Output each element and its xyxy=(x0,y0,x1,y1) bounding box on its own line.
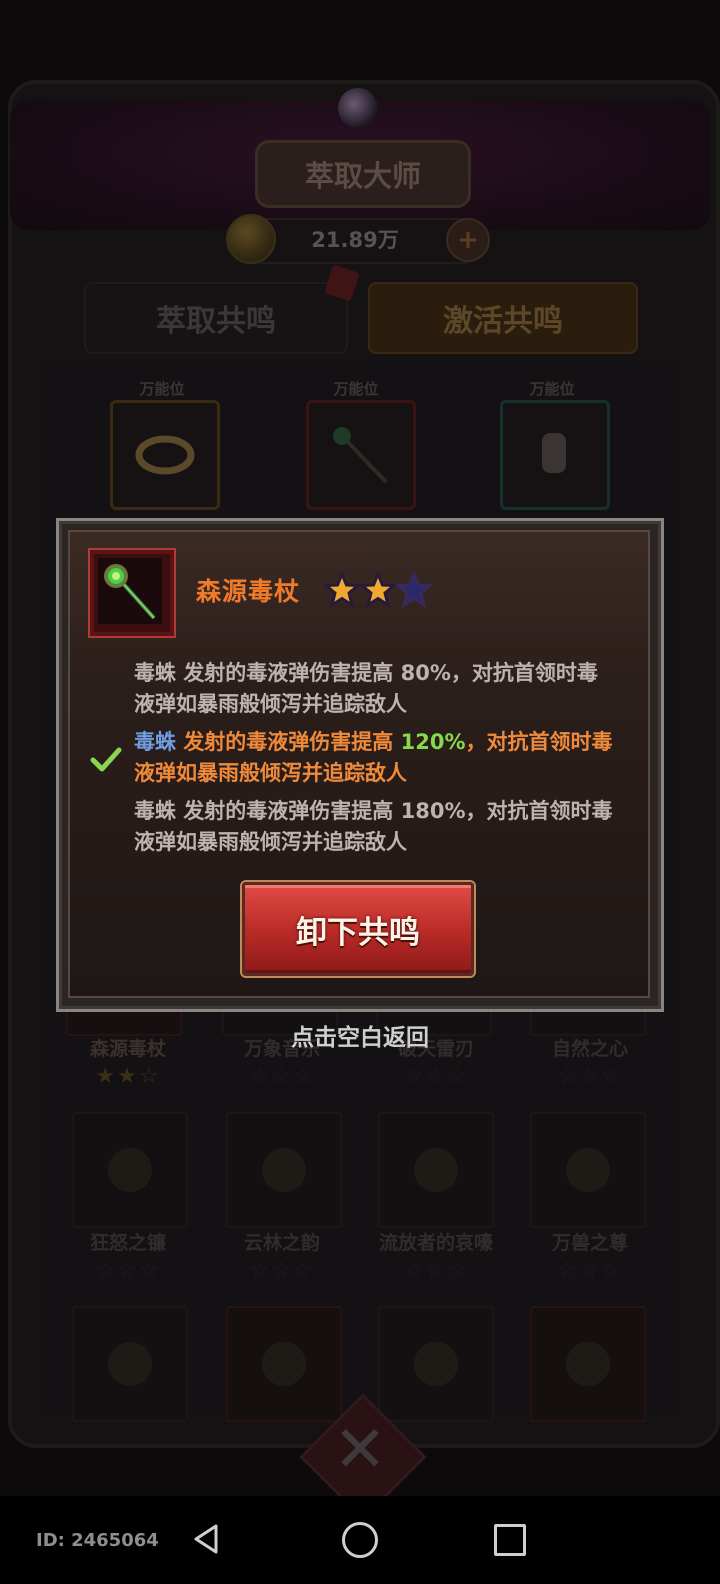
grid-item-name: 流放者的哀嚎 xyxy=(378,1232,493,1254)
rattle-icon xyxy=(262,1148,306,1192)
star-rating: ☆☆☆ xyxy=(249,1258,315,1283)
effect-value: 120% xyxy=(400,730,466,754)
item-icon xyxy=(108,1342,152,1386)
beast-staff-icon xyxy=(566,1148,610,1192)
effect-text: 发射的毒液弹伤害提高 xyxy=(183,730,401,754)
universal-slot-gauntlet[interactable] xyxy=(500,400,610,510)
recent-apps-icon[interactable] xyxy=(494,1524,526,1556)
effect-value: 80% xyxy=(400,661,451,685)
grid-card[interactable] xyxy=(226,1306,342,1422)
star-rating: ☆☆☆ xyxy=(95,1258,161,1283)
game-screen: 萃取大师 21.89万 + 萃取共鸣 激活共鸣 万能位 万能位 万能位 森源毒杖… xyxy=(0,0,720,1584)
gauntlet-icon xyxy=(542,433,566,473)
grid-card[interactable] xyxy=(226,1112,342,1228)
item-icon-frame xyxy=(98,558,162,624)
device-id: ID: 2465064 xyxy=(36,1530,159,1551)
tab-label: 萃取共鸣 xyxy=(156,304,276,339)
item-icon xyxy=(566,1342,610,1386)
resonance-level-2-active: 毒蛛 发射的毒液弹伤害提高 120%，对抗首领时毒液弹如暴雨般倾泻并追踪敌人 xyxy=(134,727,614,789)
tab-activate-resonance[interactable]: 激活共鸣 xyxy=(368,282,638,354)
grid-item-name: 自然之心 xyxy=(551,1038,628,1060)
unequip-resonance-button[interactable]: 卸下共鸣 xyxy=(242,882,474,976)
grid-card[interactable] xyxy=(378,1112,494,1228)
star-rating: ☆☆☆ xyxy=(557,1064,623,1089)
crossed-swords-icon: ✕ xyxy=(333,1413,387,1487)
grid-item-name: 狂怒之镰 xyxy=(89,1232,166,1254)
universal-slot-ring[interactable] xyxy=(110,400,220,510)
star-filled-icon xyxy=(324,572,360,608)
axe-icon xyxy=(108,1148,152,1192)
add-currency-button[interactable]: + xyxy=(446,218,490,262)
grid-card[interactable] xyxy=(72,1306,188,1422)
star-rating: ☆☆☆ xyxy=(403,1258,469,1283)
grid-item-name: 云林之韵 xyxy=(243,1232,320,1254)
poison-staff-icon xyxy=(104,564,156,620)
button-label: 卸下共鸣 xyxy=(296,914,420,951)
effect-value: 180% xyxy=(400,799,466,823)
ring-icon xyxy=(135,435,195,475)
effect-text: 发射的毒液弹伤害提高 xyxy=(183,799,401,823)
star-rating: ★★☆ xyxy=(95,1064,161,1089)
item-name: 森源毒杖 xyxy=(196,577,301,606)
check-icon xyxy=(90,747,122,772)
pet-name: 毒蛛 xyxy=(134,799,176,823)
item-icon xyxy=(414,1342,458,1386)
star-filled-icon xyxy=(360,572,396,608)
pet-name: 毒蛛 xyxy=(134,730,176,754)
star-rating: ☆☆☆ xyxy=(403,1064,469,1089)
grid-item-name: 森源毒杖 xyxy=(89,1038,166,1060)
grid-card[interactable] xyxy=(530,1112,646,1228)
grid-item-name: 万兽之尊 xyxy=(551,1232,628,1254)
universal-slot-staff[interactable] xyxy=(306,400,416,510)
bell-staff-icon xyxy=(414,1148,458,1192)
effect-text: 发射的毒液弹伤害提高 xyxy=(183,661,401,685)
back-icon[interactable] xyxy=(190,1522,224,1556)
page-title: 萃取大师 xyxy=(255,140,471,208)
grid-card[interactable] xyxy=(378,1306,494,1422)
grid-card[interactable] xyxy=(530,1306,646,1422)
star-empty-icon xyxy=(396,572,432,608)
home-icon[interactable] xyxy=(342,1522,378,1558)
item-icon xyxy=(262,1342,306,1386)
gold-coin-icon xyxy=(226,214,276,264)
grid-card[interactable] xyxy=(72,1112,188,1228)
resonance-level-3: 毒蛛 发射的毒液弹伤害提高 180%，对抗首领时毒液弹如暴雨般倾泻并追踪敌人 xyxy=(134,796,614,858)
slot-label: 万能位 xyxy=(529,380,575,398)
pet-name: 毒蛛 xyxy=(134,661,176,685)
slot-label: 万能位 xyxy=(139,380,185,398)
tab-label: 激活共鸣 xyxy=(443,304,563,339)
star-rating: ☆☆☆ xyxy=(557,1258,623,1283)
resonance-level-1: 毒蛛 发射的毒液弹伤害提高 80%，对抗首领时毒液弹如暴雨般倾泻并追踪敌人 xyxy=(134,658,614,720)
crystal-orb-icon xyxy=(338,88,378,128)
tab-extract-resonance[interactable]: 萃取共鸣 xyxy=(84,282,348,354)
star-rating: ☆☆☆ xyxy=(249,1064,315,1089)
slot-label: 万能位 xyxy=(333,380,379,398)
tap-blank-to-return-hint[interactable]: 点击空白返回 xyxy=(200,1018,520,1052)
currency-amount: 21.89万 xyxy=(311,228,399,252)
staff-icon xyxy=(333,427,388,484)
